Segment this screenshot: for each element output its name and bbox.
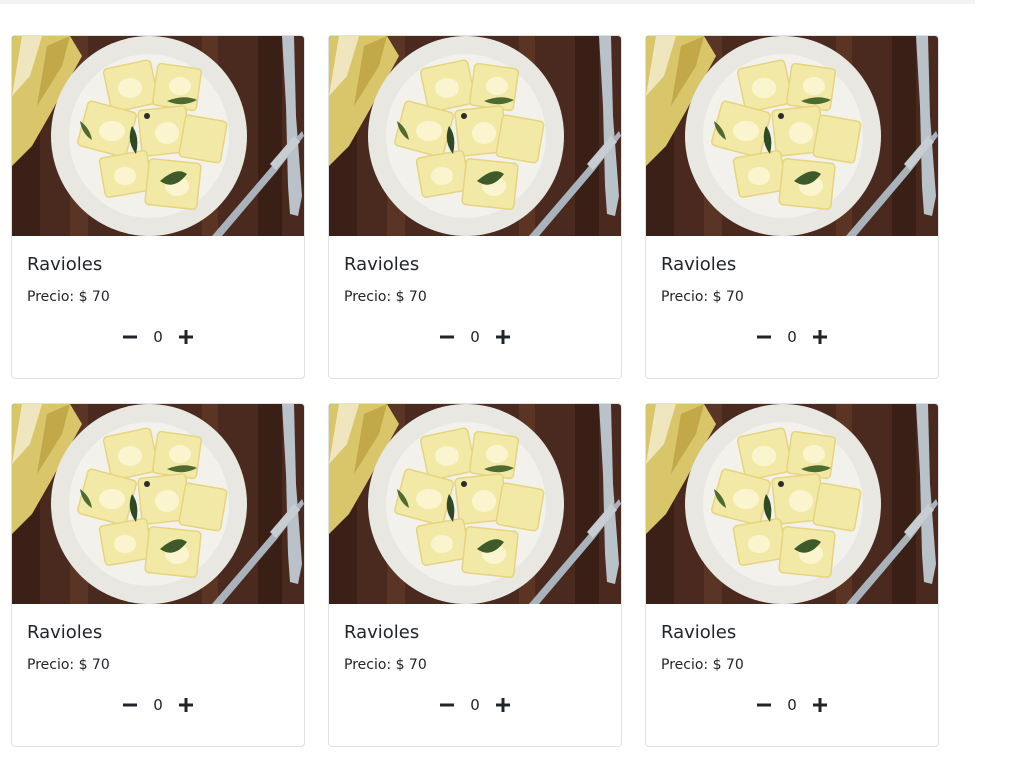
quantity-value: 0 <box>787 328 797 346</box>
quantity-stepper: 0 <box>329 694 621 716</box>
decrement-button[interactable] <box>121 696 139 714</box>
product-image <box>12 404 304 604</box>
card-body: Ravioles Precio: $ 70 0 <box>329 604 621 746</box>
card-body: Ravioles Precio: $ 70 0 <box>12 604 304 746</box>
decrement-button[interactable] <box>755 696 773 714</box>
product-grid: Ravioles Precio: $ 70 0 Ravioles Precio:… <box>11 35 939 747</box>
product-image <box>12 36 304 236</box>
product-price: Precio: $ 70 <box>344 289 427 305</box>
increment-button[interactable] <box>177 328 195 346</box>
quantity-value: 0 <box>153 696 163 714</box>
plus-icon <box>812 329 828 345</box>
decrement-button[interactable] <box>755 328 773 346</box>
card-body: Ravioles Precio: $ 70 0 <box>12 236 304 378</box>
product-name: Ravioles <box>661 254 737 275</box>
increment-button[interactable] <box>494 696 512 714</box>
product-price: Precio: $ 70 <box>27 289 110 305</box>
quantity-stepper: 0 <box>12 326 304 348</box>
decrement-button[interactable] <box>438 328 456 346</box>
product-name: Ravioles <box>27 254 103 275</box>
plus-icon <box>178 329 194 345</box>
increment-button[interactable] <box>811 328 829 346</box>
plus-icon <box>812 697 828 713</box>
product-card: Ravioles Precio: $ 70 0 <box>11 403 305 747</box>
decrement-button[interactable] <box>121 328 139 346</box>
product-price: Precio: $ 70 <box>344 657 427 673</box>
increment-button[interactable] <box>177 696 195 714</box>
quantity-stepper: 0 <box>12 694 304 716</box>
top-bar <box>0 0 975 4</box>
product-card: Ravioles Precio: $ 70 0 <box>328 403 622 747</box>
card-body: Ravioles Precio: $ 70 0 <box>646 236 938 378</box>
quantity-value: 0 <box>153 328 163 346</box>
minus-icon <box>439 697 455 713</box>
minus-icon <box>756 329 772 345</box>
product-name: Ravioles <box>27 622 103 643</box>
quantity-value: 0 <box>470 328 480 346</box>
product-name: Ravioles <box>344 622 420 643</box>
plus-icon <box>178 697 194 713</box>
quantity-value: 0 <box>470 696 480 714</box>
product-card: Ravioles Precio: $ 70 0 <box>11 35 305 379</box>
increment-button[interactable] <box>811 696 829 714</box>
minus-icon <box>122 697 138 713</box>
minus-icon <box>122 329 138 345</box>
product-image <box>646 404 938 604</box>
product-image <box>329 404 621 604</box>
product-image <box>646 36 938 236</box>
product-name: Ravioles <box>661 622 737 643</box>
plus-icon <box>495 329 511 345</box>
card-body: Ravioles Precio: $ 70 0 <box>329 236 621 378</box>
product-price: Precio: $ 70 <box>27 657 110 673</box>
decrement-button[interactable] <box>438 696 456 714</box>
minus-icon <box>439 329 455 345</box>
product-card: Ravioles Precio: $ 70 0 <box>645 35 939 379</box>
quantity-value: 0 <box>787 696 797 714</box>
product-price: Precio: $ 70 <box>661 657 744 673</box>
plus-icon <box>495 697 511 713</box>
product-image <box>329 36 621 236</box>
minus-icon <box>756 697 772 713</box>
increment-button[interactable] <box>494 328 512 346</box>
quantity-stepper: 0 <box>329 326 621 348</box>
product-name: Ravioles <box>344 254 420 275</box>
card-body: Ravioles Precio: $ 70 0 <box>646 604 938 746</box>
quantity-stepper: 0 <box>646 326 938 348</box>
quantity-stepper: 0 <box>646 694 938 716</box>
product-card: Ravioles Precio: $ 70 0 <box>328 35 622 379</box>
product-price: Precio: $ 70 <box>661 289 744 305</box>
product-card: Ravioles Precio: $ 70 0 <box>645 403 939 747</box>
